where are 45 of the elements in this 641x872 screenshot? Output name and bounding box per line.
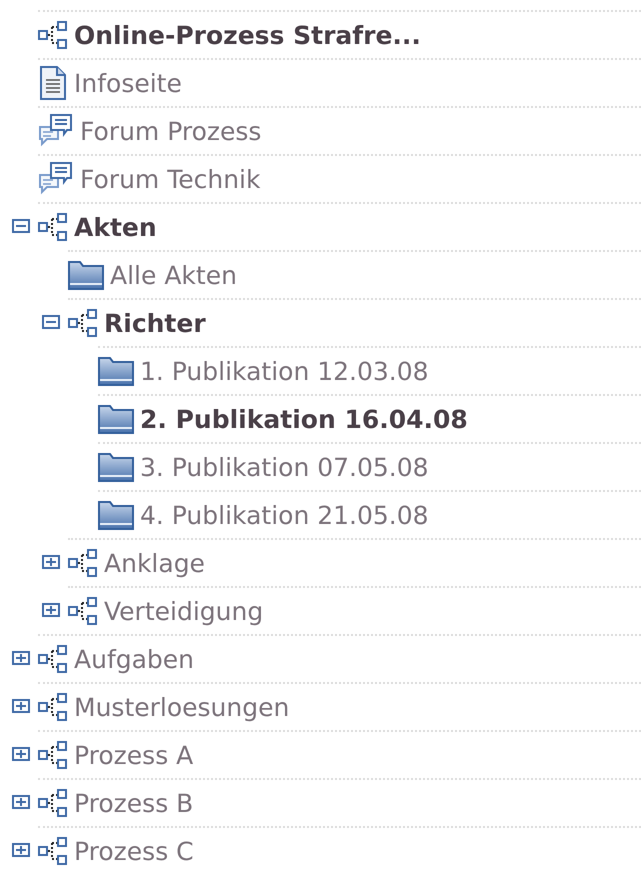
expand-toggle[interactable] (42, 315, 60, 329)
node-tree-icon (38, 692, 68, 722)
tree-item-label[interactable]: Prozess C (74, 836, 194, 866)
tree-item-label[interactable]: Musterloesungen (74, 692, 290, 722)
folder-icon (68, 260, 104, 290)
tree-item-label[interactable]: Infoseite (74, 68, 182, 98)
expand-toggle[interactable] (42, 555, 60, 569)
node-tree-icon (38, 740, 68, 770)
folder-icon (98, 500, 134, 530)
tree-item-label[interactable]: 4. Publikation 21.05.08 (140, 500, 429, 530)
chat-bubbles-icon (38, 113, 74, 149)
node-tree-icon (38, 20, 68, 50)
node-tree-icon (38, 644, 68, 674)
tree-item-label[interactable]: Richter (104, 308, 206, 338)
tree-item-label[interactable]: Aufgaben (74, 644, 194, 674)
chat-bubbles-icon (38, 161, 74, 197)
node-tree-icon (38, 212, 68, 242)
expand-toggle[interactable] (12, 651, 30, 665)
expand-toggle[interactable] (12, 795, 30, 809)
folder-icon (98, 404, 134, 434)
node-tree-icon (68, 548, 98, 578)
node-tree-icon (38, 788, 68, 818)
tree-item-label[interactable]: Akten (74, 212, 157, 242)
node-tree-icon (38, 836, 68, 866)
expand-toggle[interactable] (12, 747, 30, 761)
tree-item-label[interactable]: Forum Prozess (80, 116, 262, 146)
tree-item-label[interactable]: 2. Publikation 16.04.08 (140, 404, 468, 434)
tree-item-label[interactable]: Prozess A (74, 740, 194, 770)
expand-toggle[interactable] (12, 699, 30, 713)
tree-item-label[interactable]: 1. Publikation 12.03.08 (140, 356, 429, 386)
expand-toggle[interactable] (42, 603, 60, 617)
tree-item-label[interactable]: Verteidigung (104, 596, 264, 626)
document-icon (38, 65, 68, 101)
tree-item-label[interactable]: Prozess B (74, 788, 194, 818)
expand-toggle[interactable] (12, 843, 30, 857)
tree-item-label[interactable]: 3. Publikation 07.05.08 (140, 452, 429, 482)
expand-toggle[interactable] (12, 219, 30, 233)
folder-icon (98, 452, 134, 482)
tree-item-label[interactable]: Forum Technik (80, 164, 260, 194)
node-tree-icon (68, 308, 98, 338)
tree-item-label[interactable]: Online-Prozess Strafre... (74, 20, 421, 50)
folder-icon (98, 356, 134, 386)
tree-item-label[interactable]: Anklage (104, 548, 205, 578)
tree-item-label[interactable]: Alle Akten (110, 260, 237, 290)
node-tree-icon (68, 596, 98, 626)
